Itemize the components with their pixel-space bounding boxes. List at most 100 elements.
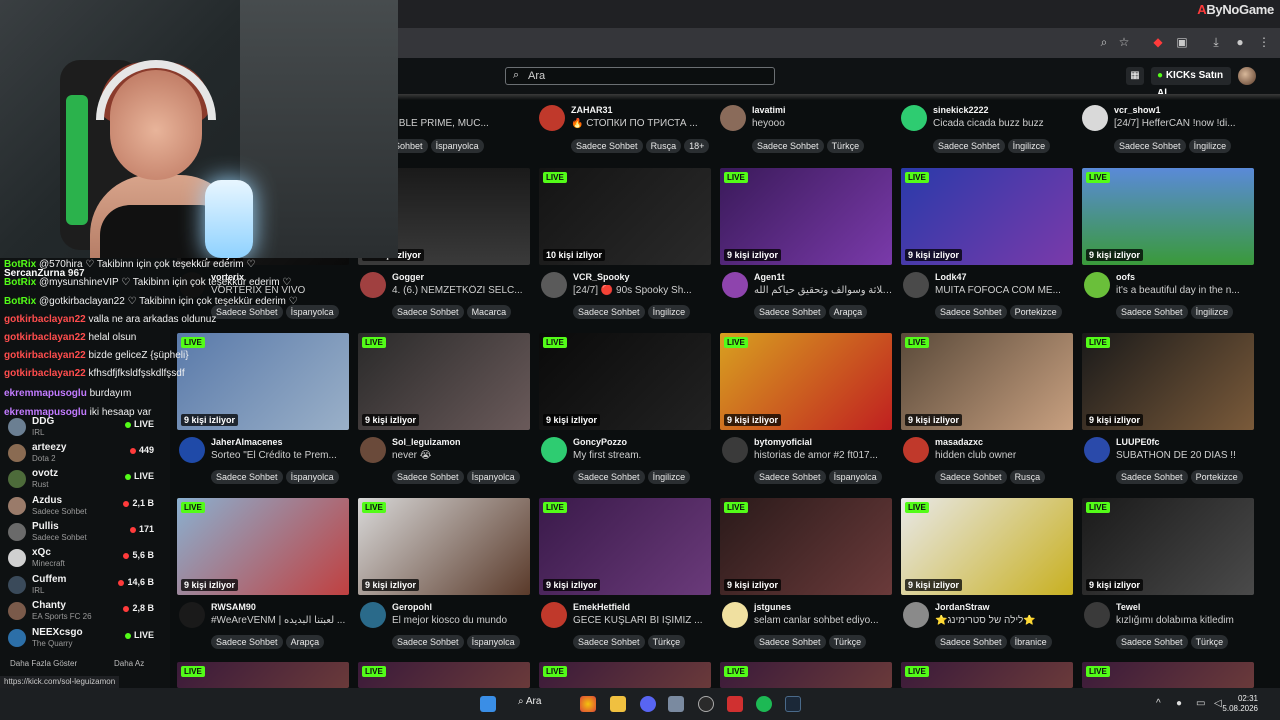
stream-thumbnail[interactable]: LIVE 9 kişi izliyor <box>1082 333 1254 430</box>
sidebar-channel[interactable]: ovotz Rust LIVE <box>8 467 154 493</box>
stream-thumbnail[interactable]: LIVE 9 kişi izliyor <box>1082 168 1254 265</box>
channel-name[interactable]: Sol_leguizamon <box>392 437 461 447</box>
stream-card[interactable]: LIVE 9 kişi izliyor Sol_leguizamon never 😭 S… <box>358 333 532 484</box>
chat-username[interactable]: gotkirbaclayan22 <box>4 368 86 379</box>
channel-avatar[interactable] <box>720 105 746 131</box>
tag-chip[interactable]: Portekizce <box>1190 470 1243 484</box>
stream-card[interactable]: LIVE 9 kişi izliyor JordanStraw ⭐לילה של סט… <box>901 498 1073 649</box>
channel-avatar[interactable] <box>541 602 567 628</box>
stream-title[interactable]: [24/7] 🔴 90s Spooky Sh... <box>573 285 713 296</box>
dashboard-icon[interactable]: ▦ <box>1126 67 1144 85</box>
stream-card[interactable]: LIVE 9 kişi izliyor LUUPE0fc SUBATHON DE 20… <box>1082 333 1254 484</box>
tag-chip[interactable]: 18+ <box>684 139 710 153</box>
channel-avatar[interactable] <box>1084 272 1110 298</box>
channel-avatar[interactable] <box>901 105 927 131</box>
tag-chip[interactable]: İspanyolca <box>430 139 484 153</box>
tag-chip[interactable]: Sadece Sohbet <box>1116 470 1188 484</box>
stream-thumbnail[interactable]: LIVE 9 kişi izliyor <box>720 333 892 430</box>
steam-icon[interactable] <box>785 696 801 712</box>
channel-avatar[interactable] <box>903 272 929 298</box>
channel-name[interactable]: Gogger <box>392 272 424 282</box>
tag-chip[interactable]: Sadece Sohbet <box>754 305 826 319</box>
stream-title[interactable]: [24/7] HefferCAN !now !di... <box>1114 118 1254 129</box>
tag-chip[interactable]: Sadece Sohbet <box>1116 305 1188 319</box>
tag-chip[interactable]: Sadece Sohbet <box>211 305 283 319</box>
chat-username[interactable]: gotkirbaclayan22 <box>4 314 86 325</box>
stream-title[interactable]: El mejor kiosco du mundo <box>392 615 532 626</box>
channel-name[interactable]: GoncyPozzo <box>573 437 627 447</box>
sidebar-channel[interactable]: Pullis Sadece Sohbet 171 <box>8 520 154 546</box>
channel-avatar[interactable] <box>1084 602 1110 628</box>
tag-chip[interactable]: Sadece Sohbet <box>935 635 1007 649</box>
extension-icon[interactable]: ◆ <box>1150 34 1166 50</box>
tag-chip[interactable]: İbranice <box>1009 635 1052 649</box>
stream-card-partial[interactable]: LIVE <box>358 662 530 688</box>
stream-thumbnail[interactable]: LIVE 9 kişi izliyor <box>720 168 892 265</box>
channel-name[interactable]: RWSAM90 <box>211 602 256 612</box>
sidebar-channel[interactable]: xQc Minecraft 5,6 B <box>8 546 154 572</box>
stream-thumbnail[interactable]: LIVE 10 kişi izliyor <box>539 168 711 265</box>
stream-thumbnail[interactable]: LIVE 9 kişi izliyor <box>358 498 530 595</box>
profile-icon[interactable]: ● <box>1232 34 1248 50</box>
tag-chip[interactable]: Sadece Sohbet <box>211 635 283 649</box>
sidebar-channel[interactable]: Azdus Sadece Sohbet 2,1 B <box>8 494 154 520</box>
sidebar-channel[interactable]: NEEXcsgo The Quarry LIVE <box>8 626 154 652</box>
stream-title[interactable]: 🔥 СТОПКИ ПО ТРИСТА ... <box>571 118 711 129</box>
sidebar-channel[interactable]: Cuffem IRL 14,6 B <box>8 573 154 599</box>
channel-name[interactable]: oofs <box>1116 272 1135 282</box>
tag-chip[interactable]: Sadece Sohbet <box>1116 635 1188 649</box>
user-avatar[interactable] <box>1238 67 1256 85</box>
tag-chip[interactable]: Sadece Sohbet <box>935 305 1007 319</box>
chat-username[interactable]: ekremmapusoglu <box>4 388 87 399</box>
buy-kicks-button[interactable]: ● KICKs Satın Al <box>1151 67 1231 99</box>
channel-avatar[interactable] <box>722 437 748 463</box>
stream-card[interactable]: LIVE 9 kişi izliyor JaherAlmacenes Sorteo "… <box>177 333 351 484</box>
menu-kebab-icon[interactable]: ⋮ <box>1256 34 1272 50</box>
stream-card[interactable]: LIVE 10 kişi izliyor VCR_Spooky [24/7] 🔴 90… <box>539 168 713 319</box>
channel-name[interactable]: lavatimi <box>752 105 786 115</box>
taskbar-search[interactable]: ⌕ Ara <box>518 696 541 707</box>
channel-name[interactable]: masadazxc <box>935 437 983 447</box>
channel-avatar[interactable] <box>903 602 929 628</box>
stream-title[interactable]: Sorteo "El Crédito te Prem... <box>211 450 351 461</box>
tag-chip[interactable]: Arapça <box>828 305 868 319</box>
channel-name[interactable]: EmekHetfield <box>573 602 630 612</box>
stream-card[interactable]: vcr_show1 [24/7] HefferCAN !now !di... Sad… <box>1080 98 1252 154</box>
stream-thumbnail[interactable]: LIVE 9 kişi izliyor <box>720 498 892 595</box>
tag-chip[interactable]: Sadece Sohbet <box>573 305 645 319</box>
stream-title[interactable]: never 😭 <box>392 450 532 461</box>
stream-thumbnail[interactable]: LIVE <box>720 662 892 688</box>
stream-thumbnail[interactable]: LIVE <box>901 662 1073 688</box>
tag-chip[interactable]: Portekizce <box>1009 305 1062 319</box>
discord-icon[interactable] <box>640 696 656 712</box>
stream-card-partial[interactable]: LIVE <box>901 662 1073 688</box>
channel-avatar[interactable] <box>179 437 205 463</box>
tag-chip[interactable]: Rusça <box>645 139 682 153</box>
channel-name[interactable]: LUUPE0fc <box>1116 437 1160 447</box>
stream-card[interactable]: LIVE 9 kişi izliyor masadazxc hidden club o… <box>901 333 1075 484</box>
tag-chip[interactable]: İspanyolca <box>285 470 339 484</box>
stream-card-partial[interactable]: LIVE <box>177 662 349 688</box>
channel-name[interactable]: JaherAlmacenes <box>211 437 283 447</box>
channel-avatar[interactable] <box>539 105 565 131</box>
tag-chip[interactable]: Sadece Sohbet <box>754 470 826 484</box>
bookmark-star-icon[interactable]: ☆ <box>1116 34 1132 50</box>
stream-card-partial[interactable]: LIVE <box>1082 662 1254 688</box>
stream-title[interactable]: heyooo <box>752 118 892 129</box>
tag-chip[interactable]: Macarca <box>466 305 512 319</box>
stream-card[interactable]: ZAHAR31 🔥 СТОПКИ ПО ТРИСТА ... Sadece Sohb… <box>537 98 711 154</box>
folder-icon[interactable] <box>610 696 626 712</box>
stream-card-partial[interactable]: LIVE <box>539 662 711 688</box>
stream-thumbnail[interactable]: LIVE 9 kişi izliyor <box>1082 498 1254 595</box>
stream-thumbnail[interactable]: LIVE 9 kişi izliyor <box>539 333 711 430</box>
sidebar-channel[interactable]: DDG IRL LIVE <box>8 415 154 441</box>
stream-title[interactable]: ثلاثة وسوالف وتحقيق حياكم الله || ... <box>754 285 894 296</box>
tag-chip[interactable]: Rusça <box>1009 470 1046 484</box>
tag-chip[interactable]: İngilizce <box>1007 139 1051 153</box>
stream-title[interactable]: hidden club owner <box>935 450 1075 461</box>
sidebar-channel[interactable]: arteezy Dota 2 449 <box>8 441 154 467</box>
zoom-icon[interactable]: ⌕ <box>1096 34 1112 50</box>
stream-thumbnail[interactable]: LIVE 9 kişi izliyor <box>177 498 349 595</box>
stream-title[interactable]: selam canlar sohbet ediyo... <box>754 615 894 626</box>
stream-card[interactable]: LIVE 9 kişi izliyor EmekHetfield GECE KUŞLA… <box>539 498 711 649</box>
